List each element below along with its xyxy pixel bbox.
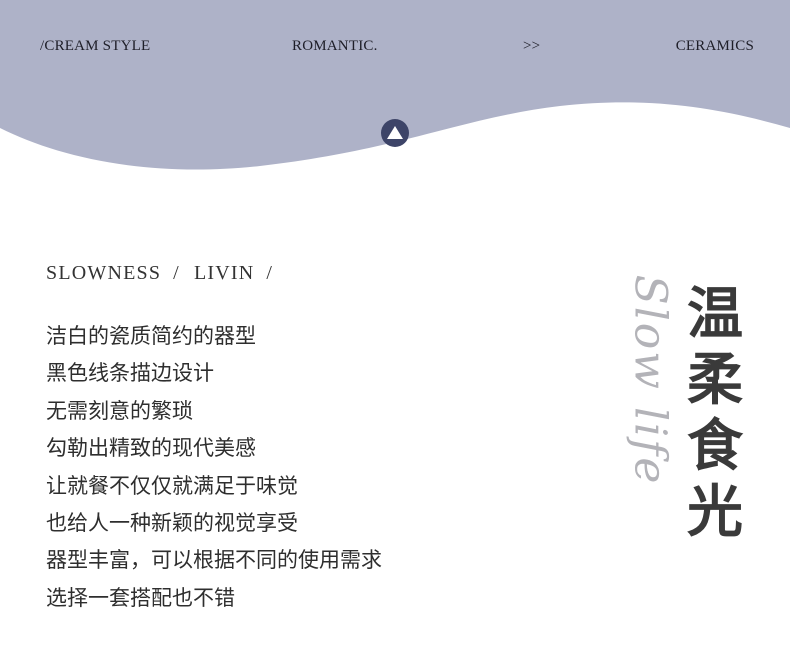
description-line: 选择一套搭配也不错 [46,585,235,610]
description-line: 无需刻意的繁琐 [46,398,193,423]
description-line: 黑色线条描边设计 [46,361,214,386]
vertical-title-char: 柔 [687,347,743,413]
nav-item-romantic[interactable]: ROMANTIC. [292,38,378,55]
top-nav: /CREAM STYLE ROMANTIC. >> CERAMICS [0,38,790,58]
description-line: 也给人一种新颖的视觉享受 [46,511,298,536]
vertical-title-char: 食 [687,413,743,479]
vertical-title-char: 光 [687,479,743,545]
nav-item-cream-style[interactable]: /CREAM STYLE [40,38,150,55]
description-line: 洁白的瓷质简约的器型 [46,324,256,348]
description-line: 让就餐不仅仅就满足于味觉 [46,473,298,498]
description-line: 勾勒出精致的现代美感 [46,436,256,461]
vertical-title: 温 柔 食 光 [684,281,746,545]
scroll-up-badge[interactable] [381,119,409,147]
header-wave-background [0,0,790,170]
description-line: 器型丰富，可以根据不同的使用需求 [46,548,382,573]
nav-item-arrows[interactable]: >> [523,38,540,55]
script-slow-life: Slow life [624,274,676,486]
nav-item-ceramics[interactable]: CERAMICS [676,38,754,55]
subtitle-separator-trailing: / [266,262,274,284]
triangle-up-icon [387,126,403,139]
subtitle-separator: / [173,262,180,284]
description-lines: 洁白的瓷质简约的器型 黑色线条描边设计 无需刻意的繁琐 勾勒出精致的现代美感 让… [46,318,466,617]
subtitle-livin: LIVIN [193,262,255,284]
vertical-title-char: 温 [687,281,743,347]
section-subtitle: SLOWNESS / LIVIN / [46,262,287,285]
subtitle-slowness: SLOWNESS [46,262,162,284]
